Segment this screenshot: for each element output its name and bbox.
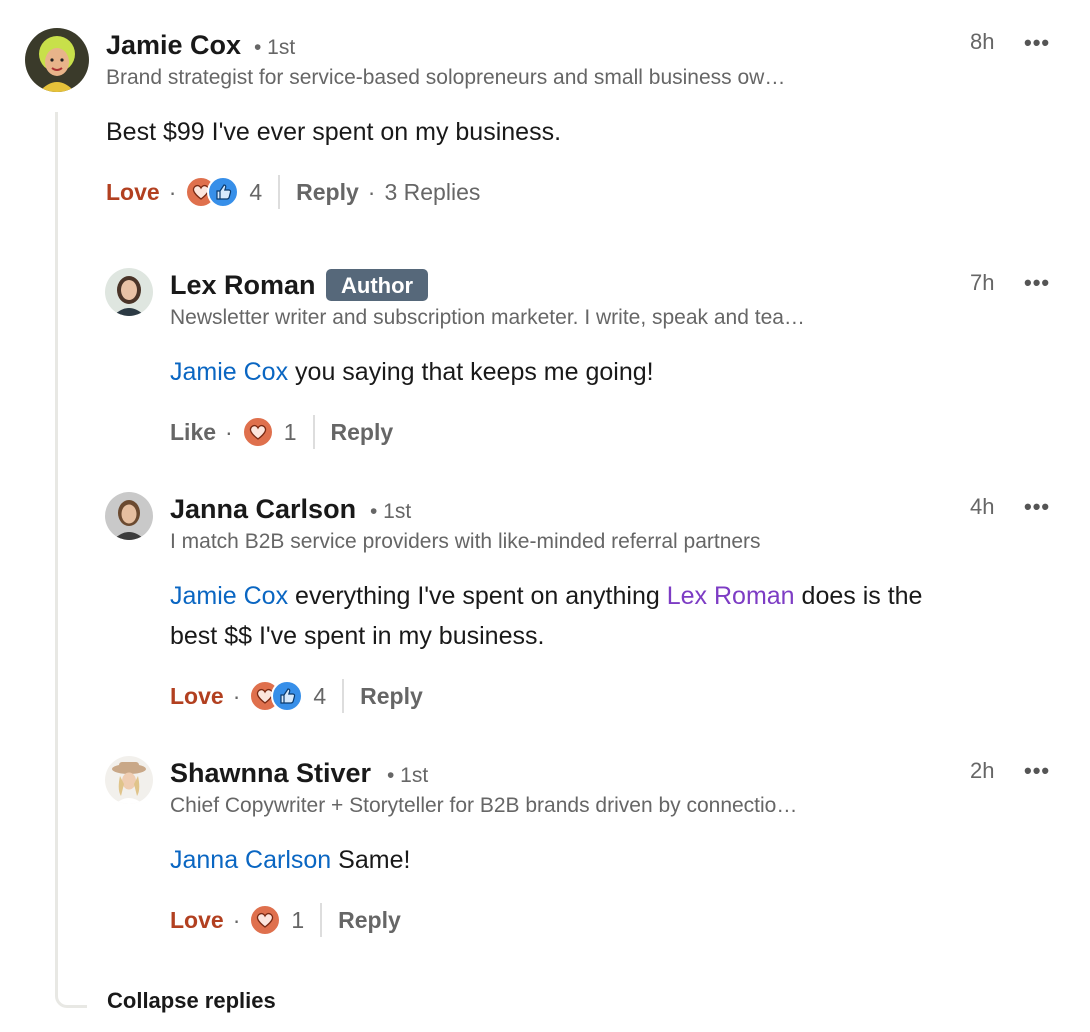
commenter-headline: Newsletter writer and subscription marke… xyxy=(170,306,805,329)
comment-actions: Love · 1 Reply xyxy=(170,903,401,937)
more-options-icon[interactable]: ••• xyxy=(1024,494,1050,520)
comment-time: 2h xyxy=(970,758,995,783)
separator-dot: · xyxy=(168,178,177,205)
action-divider xyxy=(312,415,315,449)
comment-text-content: does is the xyxy=(794,582,923,610)
comment-actions: Like · 1 Reply xyxy=(170,415,393,449)
more-options-icon[interactable]: ••• xyxy=(1024,270,1050,296)
replies-count-link[interactable]: 3 Replies xyxy=(384,179,480,206)
comment-actions: Love · 4 Reply xyxy=(170,679,423,713)
comment-text-content: Same! xyxy=(331,846,411,874)
commenter-name[interactable]: Shawnna Stiver xyxy=(170,758,371,789)
like-reaction-icon xyxy=(207,176,240,208)
separator-dot: · xyxy=(225,418,233,445)
connection-degree: • 1st xyxy=(254,36,296,59)
more-options-icon[interactable]: ••• xyxy=(1024,758,1050,784)
reaction-count[interactable]: 1 xyxy=(291,907,304,934)
avatar-lex-roman[interactable] xyxy=(105,268,153,316)
more-options-icon[interactable]: ••• xyxy=(1024,30,1050,56)
commenter-name[interactable]: Jamie Cox xyxy=(106,30,241,61)
mention-link[interactable]: Lex Roman xyxy=(667,582,795,610)
like-reaction-icon xyxy=(271,680,304,712)
author-badge: Author xyxy=(326,269,429,301)
reaction-button[interactable]: Love xyxy=(106,179,160,206)
reply-button[interactable]: Reply xyxy=(331,419,394,446)
separator-dot: · xyxy=(367,178,376,205)
mention-link[interactable]: Janna Carlson xyxy=(170,846,331,874)
commenter-name[interactable]: Janna Carlson xyxy=(170,494,356,525)
avatar-janna-carlson[interactable] xyxy=(105,492,153,540)
comment-text: Janna Carlson Same! xyxy=(170,840,410,880)
comment-time: 4h xyxy=(970,494,995,519)
commenter-headline: Brand strategist for service-based solop… xyxy=(106,66,786,89)
comment-text: Jamie Cox everything I've spent on anyth… xyxy=(170,576,1070,656)
reaction-icons[interactable] xyxy=(185,176,240,208)
reply-button[interactable]: Reply xyxy=(338,907,401,934)
comment-text: Best $99 I've ever spent on my business. xyxy=(106,112,561,152)
reaction-button[interactable]: Love xyxy=(170,907,224,934)
reaction-count[interactable]: 4 xyxy=(313,683,326,710)
reaction-button[interactable]: Love xyxy=(170,683,224,710)
comment-time: 7h xyxy=(970,270,995,295)
avatar-jamie-cox[interactable] xyxy=(25,28,89,92)
commenter-name[interactable]: Lex Roman xyxy=(170,270,316,301)
action-divider xyxy=(320,903,323,937)
comment-text-content: best $$ I've spent in my business. xyxy=(170,622,545,650)
reaction-icons[interactable] xyxy=(249,680,304,712)
love-reaction-icon xyxy=(249,904,282,936)
comment-time: 8h xyxy=(970,29,995,54)
comment-text-content: Best $99 I've ever spent on my business. xyxy=(106,118,562,146)
reaction-count[interactable]: 1 xyxy=(284,419,297,446)
reaction-icons[interactable] xyxy=(241,416,274,448)
comment-actions: Love · 4 Reply · 3 Replies xyxy=(106,175,480,209)
connection-degree: • 1st xyxy=(387,764,429,787)
thread-line xyxy=(55,112,87,1008)
separator-dot: · xyxy=(232,682,241,709)
comment-text-content: you saying that keeps me going! xyxy=(288,358,654,386)
reply-button[interactable]: Reply xyxy=(360,683,423,710)
comment-text: Jamie Cox you saying that keeps me going… xyxy=(170,352,654,392)
mention-link[interactable]: Jamie Cox xyxy=(170,358,288,386)
reaction-button[interactable]: Like xyxy=(170,419,216,446)
love-reaction-icon xyxy=(241,416,274,448)
separator-dot: · xyxy=(232,906,241,933)
commenter-headline: Chief Copywriter + Storyteller for B2B b… xyxy=(170,794,798,817)
collapse-replies-button[interactable]: Collapse replies xyxy=(107,988,276,1014)
connection-degree: • 1st xyxy=(370,500,412,523)
reply-button[interactable]: Reply xyxy=(296,179,359,206)
commenter-headline: I match B2B service providers with like-… xyxy=(170,530,761,553)
comment-text-content: everything I've spent on anything xyxy=(288,582,667,610)
reaction-count[interactable]: 4 xyxy=(249,179,262,206)
action-divider xyxy=(342,679,345,713)
avatar-shawnna-stiver[interactable] xyxy=(105,756,153,804)
mention-link[interactable]: Jamie Cox xyxy=(170,582,288,610)
action-divider xyxy=(278,175,281,209)
reaction-icons[interactable] xyxy=(249,904,282,936)
